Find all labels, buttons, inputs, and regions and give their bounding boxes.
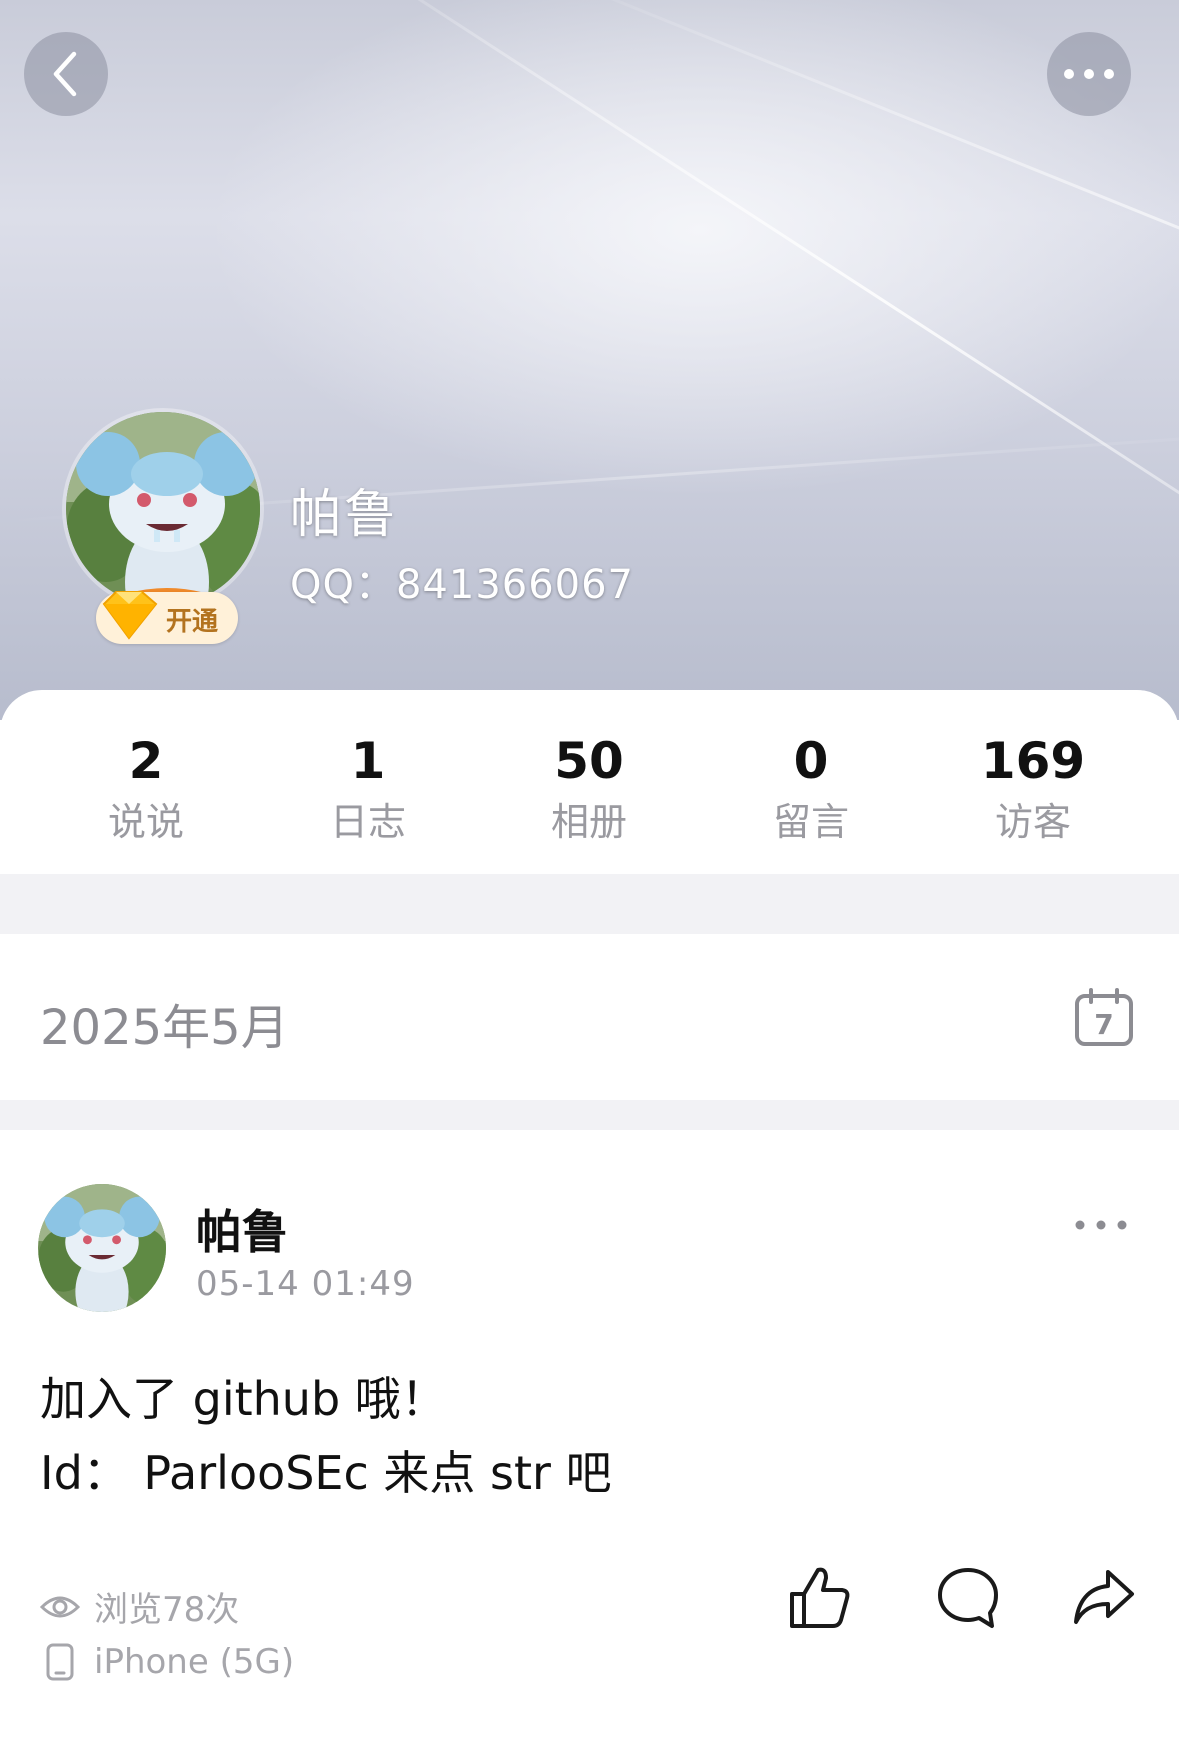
chevron-left-icon <box>53 51 77 97</box>
profile-avatar[interactable] <box>62 408 264 610</box>
profile-qq-number: QQ：841366067 <box>290 562 635 608</box>
comment-bubble-icon <box>938 1568 998 1628</box>
stat-value: 50 <box>554 732 624 790</box>
stat-label: 访客 <box>994 800 1071 844</box>
eye-icon <box>40 1596 80 1617</box>
more-dots-icon <box>1075 1220 1127 1230</box>
profile-banner: 开通 帕鲁 QQ：841366067 <box>0 0 1179 720</box>
like-button[interactable] <box>786 1564 854 1636</box>
section-divider <box>0 874 1179 934</box>
post-timestamp: 05-14 01:49 <box>196 1264 415 1304</box>
stat-label: 留言 <box>772 800 849 844</box>
avatar-image <box>38 1184 166 1312</box>
stat-value: 1 <box>350 732 386 790</box>
stat-label: 说说 <box>107 800 184 844</box>
stat-value: 0 <box>793 732 829 790</box>
stat-value: 169 <box>980 732 1086 790</box>
avatar-image <box>66 412 260 606</box>
calendar-icon: 7 <box>1075 988 1133 1046</box>
vip-label: 开通 <box>166 607 219 637</box>
more-dots-icon <box>1064 69 1114 79</box>
post-content: 加入了 github 哦！ Id： ParlooSEc 来点 str 吧 <box>40 1362 1140 1510</box>
stat-blogs[interactable]: 1 日志 <box>268 732 468 850</box>
stats-bar: 2 说说 1 日志 50 相册 0 留言 169 访客 <box>0 690 1179 874</box>
calendar-button[interactable]: 7 <box>1073 986 1135 1052</box>
stat-label: 相册 <box>550 800 627 844</box>
timeline-month: 2025年5月 <box>40 1000 289 1056</box>
calendar-day: 7 <box>1094 1008 1113 1041</box>
view-count-text: 浏览78次 <box>94 1590 240 1630</box>
diamond-icon <box>102 591 158 640</box>
stat-value: 2 <box>128 732 164 790</box>
back-button[interactable] <box>24 32 108 116</box>
post-author-name[interactable]: 帕鲁 <box>196 1196 288 1262</box>
stat-messages[interactable]: 0 留言 <box>711 732 911 850</box>
more-options-button[interactable] <box>1047 32 1131 116</box>
device-text: iPhone (5G) <box>94 1642 295 1682</box>
stat-visitors[interactable]: 169 访客 <box>933 732 1133 850</box>
section-divider <box>0 1100 1179 1130</box>
post-view-count: 浏览78次 <box>40 1582 239 1631</box>
post-text-line: 加入了 github 哦！ <box>40 1372 447 1426</box>
post-author-avatar[interactable] <box>38 1184 166 1312</box>
vip-open-badge[interactable]: 开通 <box>96 591 238 644</box>
post-more-button[interactable] <box>1074 1216 1128 1235</box>
feed-post: 帕鲁 05-14 01:49 加入了 github 哦！ Id： ParlooS… <box>0 1130 1179 1738</box>
stat-label: 日志 <box>329 800 406 844</box>
post-device: iPhone (5G) <box>40 1642 294 1682</box>
comment-button[interactable] <box>934 1564 1002 1636</box>
stat-albums[interactable]: 50 相册 <box>489 732 689 850</box>
share-arrow-icon <box>1074 1570 1134 1624</box>
phone-icon <box>46 1643 74 1681</box>
post-text-line: Id： ParlooSEc 来点 str 吧 <box>40 1446 612 1500</box>
profile-name: 帕鲁 <box>290 485 399 545</box>
timeline-header: 2025年5月 7 <box>0 934 1179 1100</box>
thumbs-up-icon <box>790 1567 850 1628</box>
stat-posts[interactable]: 2 说说 <box>46 732 246 850</box>
share-button[interactable] <box>1070 1564 1138 1636</box>
